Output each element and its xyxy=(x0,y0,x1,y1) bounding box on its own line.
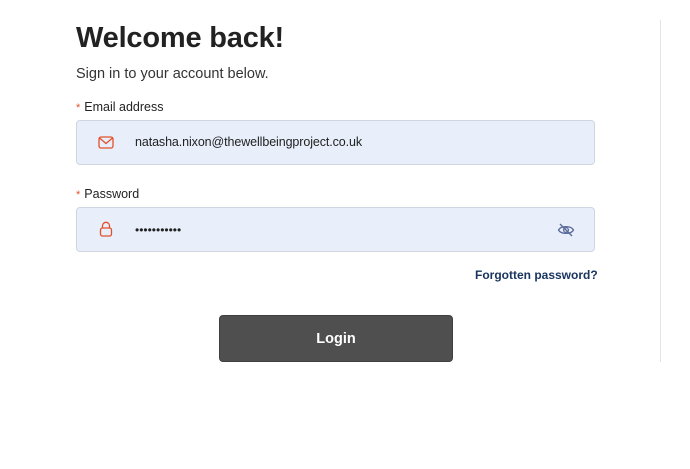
envelope-icon xyxy=(97,133,115,151)
forgot-password-link[interactable]: Forgotten password? xyxy=(475,268,598,282)
email-label-text: Email address xyxy=(84,100,164,114)
page-title: Welcome back! xyxy=(76,22,285,54)
page-subtitle: Sign in to your account below. xyxy=(76,66,269,82)
login-page: Welcome back! Sign in to your account be… xyxy=(0,0,690,469)
login-button[interactable]: Login xyxy=(219,315,453,362)
eye-off-icon[interactable] xyxy=(555,220,577,240)
lock-icon xyxy=(97,220,115,238)
required-marker: * xyxy=(76,102,81,114)
email-field[interactable]: natasha.nixon@thewellbeingproject.co.uk xyxy=(76,120,595,165)
password-value[interactable]: ••••••••••• xyxy=(135,223,181,237)
password-label: * Password xyxy=(76,187,139,201)
password-field[interactable]: ••••••••••• xyxy=(76,207,595,252)
email-label: * Email address xyxy=(76,100,163,114)
email-value[interactable]: natasha.nixon@thewellbeingproject.co.uk xyxy=(135,135,362,149)
required-marker: * xyxy=(76,189,81,201)
password-label-text: Password xyxy=(84,187,140,201)
panel-divider xyxy=(660,20,661,362)
